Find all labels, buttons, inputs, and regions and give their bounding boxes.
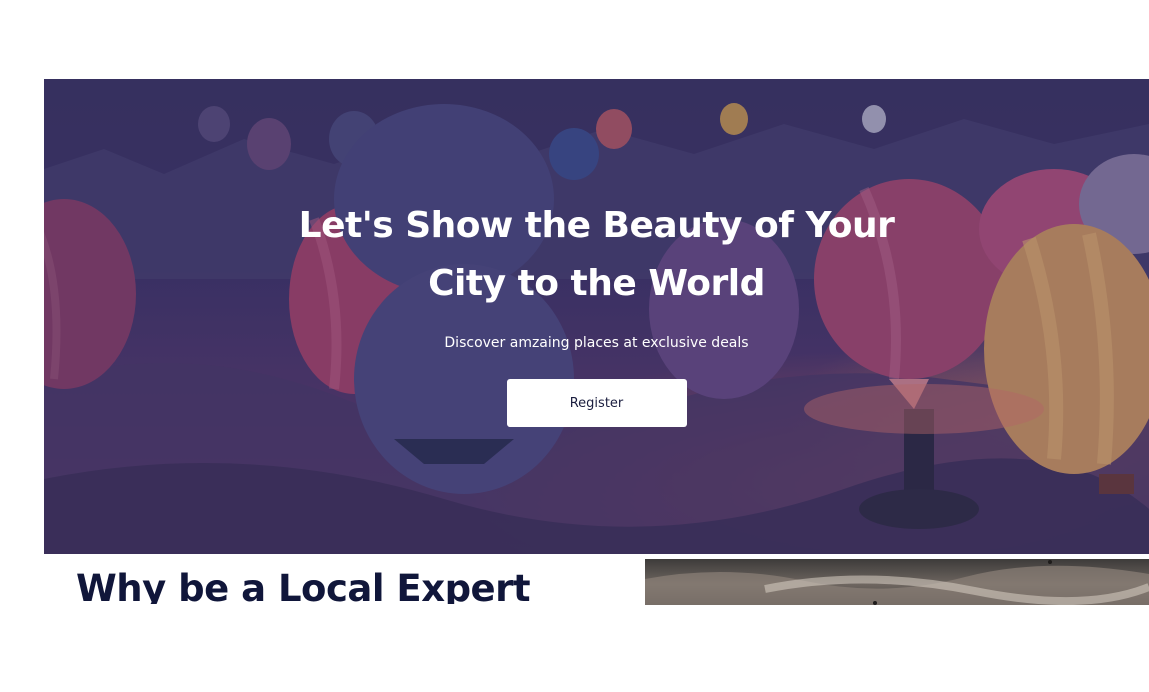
cloudy-sky-image bbox=[645, 560, 1149, 605]
why-local-expert-heading: Why be a Local Expert bbox=[76, 567, 531, 604]
hero-content: Let's Show the Beauty of Your City to th… bbox=[44, 197, 1149, 427]
side-image-sky bbox=[645, 559, 1149, 605]
hero-title: Let's Show the Beauty of Your City to th… bbox=[298, 205, 895, 304]
hero-subtitle: Discover amzaing places at exclusive dea… bbox=[444, 335, 749, 351]
page: Let's Show the Beauty of Your City to th… bbox=[0, 0, 1149, 692]
register-button[interactable]: Register bbox=[506, 379, 687, 427]
hero-banner: Let's Show the Beauty of Your City to th… bbox=[44, 79, 1149, 554]
